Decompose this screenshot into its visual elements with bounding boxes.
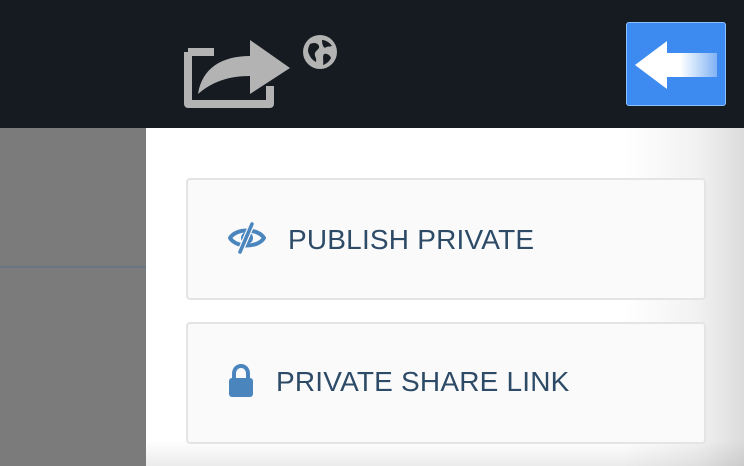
globe-icon <box>302 34 338 70</box>
private-share-link-button[interactable]: PRIVATE SHARE LINK <box>186 322 706 444</box>
publish-private-label: PUBLISH PRIVATE <box>288 224 535 255</box>
publish-private-button[interactable]: PUBLISH PRIVATE <box>186 178 706 300</box>
share-dialog-screen: PUBLISH PRIVATE PRIVATE SHARE LINK <box>0 0 744 466</box>
eye-slash-icon <box>228 222 266 254</box>
share-arrow-icon <box>184 28 296 108</box>
lock-icon <box>228 363 254 398</box>
header-bar <box>0 0 744 128</box>
background-overlay <box>0 128 146 466</box>
back-button[interactable] <box>626 22 726 106</box>
arrow-left-icon <box>635 41 717 89</box>
private-share-link-label: PRIVATE SHARE LINK <box>276 366 570 397</box>
background-divider <box>0 266 146 268</box>
